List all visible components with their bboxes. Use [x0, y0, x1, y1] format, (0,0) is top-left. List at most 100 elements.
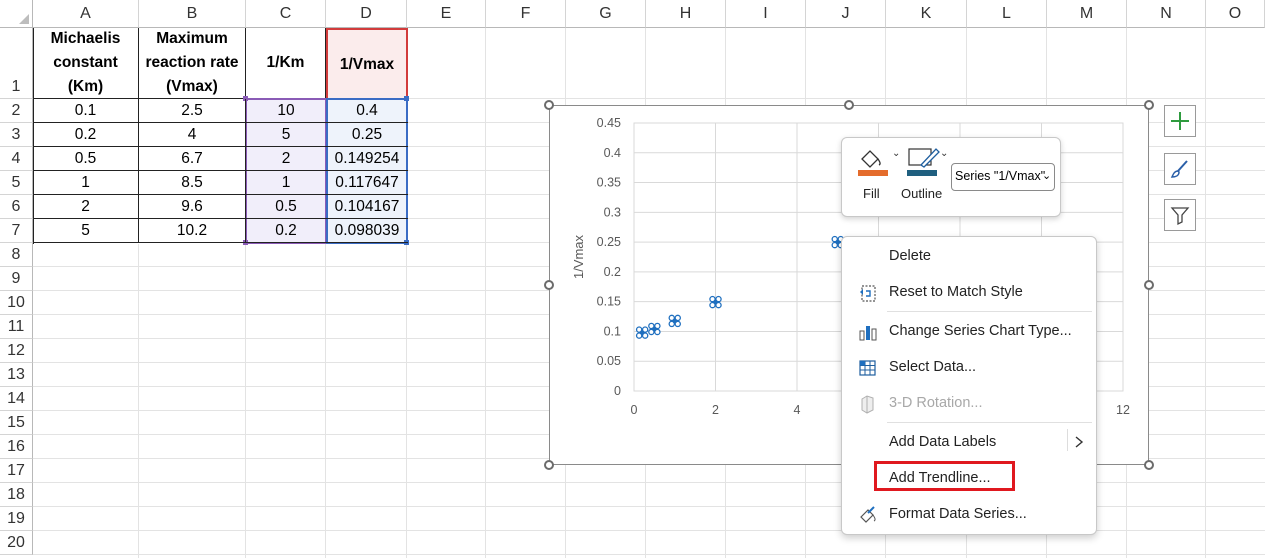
column-header-k[interactable]: K [886, 0, 967, 28]
column-header-c[interactable]: C [246, 0, 326, 28]
menu-item-reset-style[interactable]: Reset to Match Style [842, 277, 1096, 307]
data-point-marker[interactable] [648, 322, 661, 336]
cell-km-row-5[interactable]: 1 [33, 171, 139, 195]
header-cell-vmax[interactable]: Maximum reaction rate (Vmax) [139, 28, 246, 99]
cell-inv-vmax-row-7[interactable]: 0.098039 [326, 219, 408, 243]
menu-item-3d-rotation[interactable]: 3-D Rotation... [842, 388, 1096, 418]
header-km-line-1: Michaelis [50, 30, 121, 47]
column-header-f[interactable]: F [486, 0, 566, 28]
menu-item-change-chart-type[interactable]: Change Series Chart Type... [842, 316, 1096, 346]
row-header-3[interactable]: 3 [0, 123, 33, 147]
header-cell-km[interactable]: Michaelis constant (Km) [33, 28, 139, 99]
cell-vmax-row-3[interactable]: 4 [139, 123, 246, 147]
gridline-h [408, 482, 1265, 483]
cell-inv-km-row-3[interactable]: 5 [246, 123, 326, 147]
column-header-d[interactable]: D [326, 0, 407, 28]
row-header-14[interactable]: 14 [0, 387, 33, 411]
cell-inv-vmax-row-2[interactable]: 0.4 [326, 99, 408, 123]
cell-vmax-row-6[interactable]: 9.6 [139, 195, 246, 219]
column-header-a[interactable]: A [33, 0, 139, 28]
column-header-n[interactable]: N [1127, 0, 1206, 28]
column-header-b[interactable]: B [139, 0, 246, 28]
cell-inv-vmax-row-6[interactable]: 0.104167 [326, 195, 408, 219]
row-header-2[interactable]: 2 [0, 99, 33, 123]
fill-button[interactable] [856, 145, 892, 181]
row-header-7[interactable]: 7 [0, 219, 33, 243]
cell-vmax-row-5[interactable]: 8.5 [139, 171, 246, 195]
chart-resize-handle-tl[interactable] [544, 100, 554, 110]
menu-item-select-data[interactable]: Select Data... [842, 352, 1096, 382]
chart-styles-button[interactable] [1164, 153, 1196, 185]
row-header-5[interactable]: 5 [0, 171, 33, 195]
column-header-l[interactable]: L [967, 0, 1047, 28]
column-header-e[interactable]: E [407, 0, 486, 28]
cell-km-row-4[interactable]: 0.5 [33, 147, 139, 171]
series-selector-dropdown[interactable]: Series "1/Vmax" [951, 163, 1055, 191]
y-tick-label: 0.3 [604, 205, 621, 219]
fill-dropdown-chevron-icon[interactable]: ⌄ [892, 148, 900, 159]
y-tick-label: 0 [614, 384, 621, 398]
cell-inv-km-row-4[interactable]: 2 [246, 147, 326, 171]
chart-resize-handle-ml[interactable] [544, 280, 554, 290]
column-header-j[interactable]: J [806, 0, 886, 28]
cell-inv-km-row-5[interactable]: 1 [246, 171, 326, 195]
outline-dropdown-chevron-icon[interactable]: ⌄ [940, 148, 948, 159]
cell-km-row-6[interactable]: 2 [33, 195, 139, 219]
cell-km-row-7[interactable]: 5 [33, 219, 139, 243]
cell-inv-km-row-7[interactable]: 0.2 [246, 219, 326, 243]
row-header-16[interactable]: 16 [0, 435, 33, 459]
row-header-8[interactable]: 8 [0, 243, 33, 267]
chart-resize-handle-mr[interactable] [1144, 280, 1154, 290]
menu-item-select-data-label: Select Data... [889, 359, 977, 375]
chart-resize-handle-tr[interactable] [1144, 100, 1154, 110]
menu-item-add-data-labels[interactable]: Add Data Labels [842, 427, 1096, 457]
row-header-4[interactable]: 4 [0, 147, 33, 171]
format-series-icon [860, 506, 876, 523]
cell-km-row-2[interactable]: 0.1 [33, 99, 139, 123]
column-header-h[interactable]: H [646, 0, 726, 28]
row-header-13[interactable]: 13 [0, 363, 33, 387]
cell-vmax-row-4[interactable]: 6.7 [139, 147, 246, 171]
data-point-marker[interactable] [709, 295, 722, 309]
column-header-i[interactable]: I [726, 0, 806, 28]
menu-item-format-data-series[interactable]: Format Data Series... [842, 499, 1096, 529]
cell-inv-vmax-row-4[interactable]: 0.149254 [326, 147, 408, 171]
column-header-m[interactable]: M [1047, 0, 1127, 28]
row-header-6[interactable]: 6 [0, 195, 33, 219]
cell-km-row-3[interactable]: 0.2 [33, 123, 139, 147]
header-cell-inv-vmax[interactable]: 1/Vmax [326, 28, 408, 99]
column-header-o[interactable]: O [1206, 0, 1265, 28]
chart-resize-handle-tc[interactable] [844, 100, 854, 110]
menu-item-delete[interactable]: Delete [842, 241, 1096, 271]
row-header-18[interactable]: 18 [0, 483, 33, 507]
cell-inv-vmax-row-3[interactable]: 0.25 [326, 123, 408, 147]
row-header-12[interactable]: 12 [0, 339, 33, 363]
chart-elements-button[interactable] [1164, 105, 1196, 137]
gridline-h [33, 338, 408, 339]
header-cell-inv-km[interactable]: 1/Km [246, 28, 326, 99]
cell-inv-km-row-6[interactable]: 0.5 [246, 195, 326, 219]
cell-vmax-row-2[interactable]: 2.5 [139, 99, 246, 123]
data-point-marker[interactable] [668, 314, 682, 328]
row-header-15[interactable]: 15 [0, 411, 33, 435]
chart-resize-handle-br[interactable] [1144, 460, 1154, 470]
row-header-9[interactable]: 9 [0, 267, 33, 291]
row-header-19[interactable]: 19 [0, 507, 33, 531]
row-header-1[interactable]: 1 [0, 28, 33, 99]
select-all-corner[interactable] [0, 0, 33, 28]
chart-resize-handle-bl[interactable] [544, 460, 554, 470]
chart-filters-button[interactable] [1164, 199, 1196, 231]
table-left-border [33, 28, 34, 244]
outline-button[interactable] [905, 145, 943, 181]
cell-inv-km-row-2[interactable]: 10 [246, 99, 326, 123]
cell-vmax-row-7[interactable]: 10.2 [139, 219, 246, 243]
row-header-17[interactable]: 17 [0, 459, 33, 483]
row-header-20[interactable]: 20 [0, 531, 33, 555]
row-header-11[interactable]: 11 [0, 315, 33, 339]
column-header-g[interactable]: G [566, 0, 646, 28]
outline-pen-icon [907, 148, 940, 176]
data-point-marker[interactable] [635, 326, 649, 339]
cell-inv-vmax-row-5[interactable]: 0.117647 [326, 171, 408, 195]
row-header-10[interactable]: 10 [0, 291, 33, 315]
y-tick-label: 0.45 [597, 116, 621, 130]
